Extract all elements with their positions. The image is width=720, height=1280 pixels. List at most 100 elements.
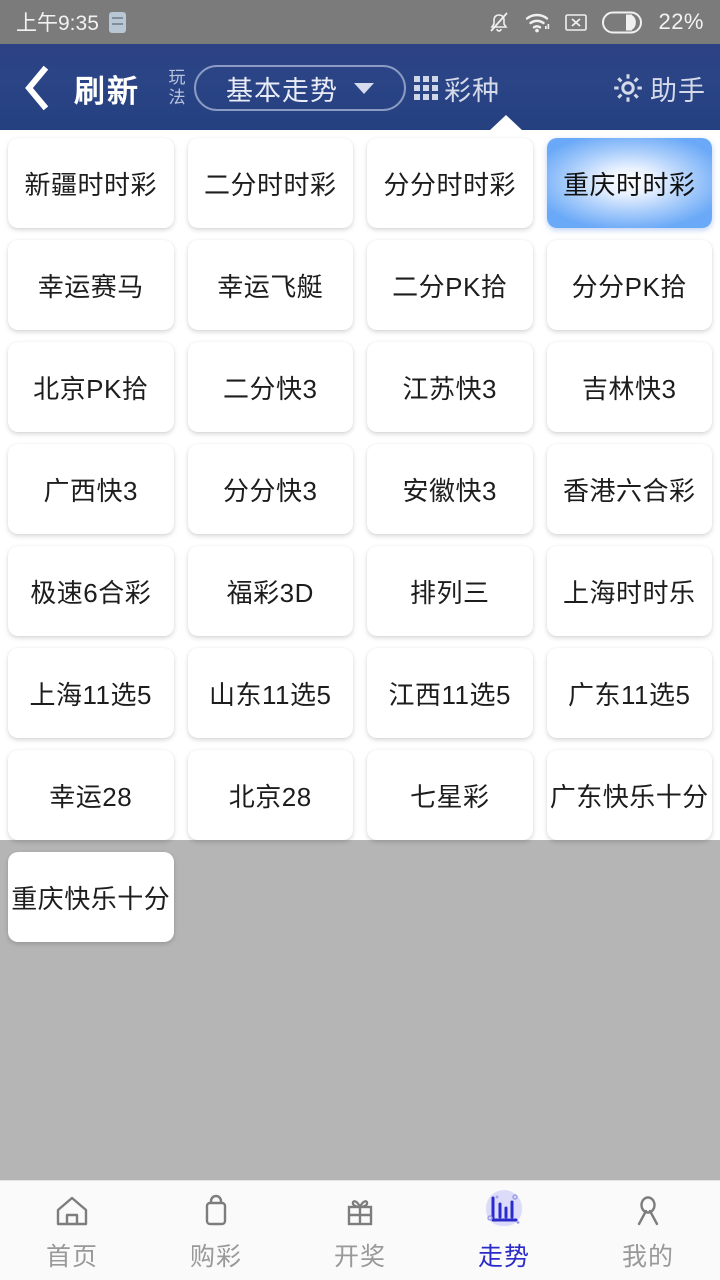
lottery-kind-card[interactable]: 广西快3 [8, 444, 174, 534]
lottery-kind-label: 重庆快乐十分 [11, 883, 171, 914]
lottery-kinds-grid: 新疆时时彩 二分时时彩 分分时时彩 重庆时时彩幸运赛马 幸运飞艇 二分PK拾 分分PK拾北京… [0, 130, 720, 942]
tab-trend[interactable]: 走势 [432, 1181, 576, 1280]
tab-buy[interactable]: 购彩 [144, 1181, 288, 1280]
lottery-kind-card[interactable]: 二分时时彩 [187, 138, 353, 228]
user-icon [628, 1189, 668, 1231]
status-bar: 上午9:35 22% [0, 0, 720, 44]
lottery-kind-label: 分分PK拾 [571, 271, 687, 302]
lottery-kind-label: 上海时时乐 [562, 577, 696, 608]
grid-icon [414, 76, 438, 100]
wifi-icon [524, 11, 550, 33]
lottery-kind-label: 新疆时时彩 [24, 169, 157, 200]
lottery-kind-card[interactable]: 安徽快3 [367, 444, 533, 534]
lottery-kind-card[interactable]: 香港六合彩 [546, 444, 712, 534]
lottery-kind-card[interactable]: 重庆快乐十分 [8, 852, 174, 942]
battery-percent: 22% [658, 9, 704, 34]
lottery-kind-label: 上海11选5 [29, 679, 152, 710]
lottery-kind-label: 北京PK拾 [33, 373, 149, 404]
tab-mine-label: 我的 [621, 1242, 674, 1271]
lottery-kind-card[interactable]: 江苏快3 [367, 342, 533, 432]
gift-icon [340, 1189, 380, 1231]
chevron-left-icon [25, 65, 49, 111]
lottery-kind-card[interactable]: 北京28 [187, 750, 353, 840]
lottery-kind-card[interactable]: 二分PK拾 [367, 240, 533, 330]
lottery-kind-card[interactable]: 广东11选5 [546, 648, 712, 738]
tab-draw-label: 开奖 [333, 1242, 386, 1271]
lottery-kind-card[interactable]: 分分PK拾 [546, 240, 712, 330]
refresh-button[interactable]: 刷新 [74, 66, 140, 111]
lottery-kind-label: 幸运飞艇 [217, 271, 324, 302]
lottery-kind-card[interactable]: 幸运28 [8, 750, 174, 840]
chevron-down-icon [354, 82, 374, 94]
lottery-kinds-dropdown: 新疆时时彩 二分时时彩 分分时时彩 重庆时时彩幸运赛马 幸运飞艇 二分PK拾 分分PK拾北京… [0, 115, 720, 942]
tab-buy-label: 购彩 [189, 1242, 242, 1271]
lottery-kind-label: 分分时时彩 [383, 169, 516, 200]
trend-chart-icon [483, 1189, 525, 1231]
lottery-kind-card[interactable]: 吉林快3 [546, 342, 712, 432]
tab-home[interactable]: 首页 [0, 1181, 144, 1280]
lottery-kind-label: 七星彩 [409, 781, 490, 812]
lottery-kind-label: 江苏快3 [402, 373, 497, 404]
lottery-kind-label: 重庆时时彩 [562, 169, 696, 200]
lottery-kind-card[interactable]: 福彩3D [187, 546, 353, 636]
lottery-kind-card[interactable]: 分分时时彩 [367, 138, 533, 228]
lottery-kind-card[interactable]: 江西11选5 [367, 648, 533, 738]
nav-bar: 刷新 玩法 基本走势 彩种 助手 [0, 44, 720, 132]
playmode-value: 基本走势 [226, 75, 338, 106]
lottery-kind-label: 广西快3 [43, 475, 138, 506]
lottery-kind-card[interactable]: 上海时时乐 [546, 546, 712, 636]
lottery-kind-card[interactable]: 上海11选5 [8, 648, 174, 738]
lottery-kind-label: 幸运28 [49, 781, 133, 812]
lottery-kind-label: 安徽快3 [402, 475, 497, 506]
lottery-kinds-button[interactable]: 彩种 [414, 69, 500, 108]
status-bar-left: 上午9:35 [16, 7, 126, 37]
tab-trend-label: 走势 [477, 1242, 530, 1271]
signal-x-icon [564, 11, 588, 33]
lottery-kind-label: 福彩3D [226, 577, 314, 608]
lottery-kind-card[interactable]: 极速6合彩 [8, 546, 174, 636]
lottery-kind-card[interactable]: 重庆时时彩 [546, 138, 712, 228]
dropdown-notch-icon [489, 115, 523, 131]
lottery-kind-label: 二分PK拾 [392, 271, 508, 302]
lottery-kind-label: 北京28 [228, 781, 312, 812]
lottery-kind-card[interactable]: 分分快3 [187, 444, 353, 534]
lottery-kind-label: 吉林快3 [582, 373, 677, 404]
bell-off-icon [488, 10, 510, 34]
helper-label: 助手 [650, 75, 706, 106]
lottery-kind-label: 山东11选5 [209, 679, 332, 710]
lottery-kind-card[interactable]: 幸运赛马 [8, 240, 174, 330]
lottery-kind-card[interactable]: 七星彩 [367, 750, 533, 840]
lottery-kind-label: 幸运赛马 [37, 271, 144, 302]
tab-mine[interactable]: 我的 [576, 1181, 720, 1280]
status-bar-right: 22% [488, 9, 704, 35]
playmode-select[interactable]: 基本走势 [194, 65, 406, 111]
tab-draw[interactable]: 开奖 [288, 1181, 432, 1280]
app-root: 上午9:35 22% 刷新 玩法 基本走势 彩种 助手 新疆时时彩 二分时时彩 … [0, 0, 720, 1280]
lottery-kind-card[interactable]: 幸运飞艇 [187, 240, 353, 330]
back-button[interactable] [14, 58, 60, 118]
lottery-kind-card[interactable]: 二分快3 [187, 342, 353, 432]
lottery-kind-label: 广东11选5 [568, 679, 691, 710]
lottery-kind-label: 二分时时彩 [203, 169, 337, 200]
lottery-kind-card[interactable]: 新疆时时彩 [8, 138, 174, 228]
lottery-kind-label: 江西11选5 [388, 679, 511, 710]
sim-card-icon [108, 11, 126, 33]
status-time: 上午9:35 [16, 12, 99, 35]
playmode-label: 玩法 [168, 68, 186, 107]
lottery-kind-label: 二分快3 [223, 373, 318, 404]
lottery-kinds-label: 彩种 [444, 75, 500, 106]
bottom-tab-bar: 首页 购彩 开奖 走势 我的 [0, 1180, 720, 1280]
lottery-kind-card[interactable]: 北京PK拾 [8, 342, 174, 432]
helper-button[interactable]: 助手 [610, 69, 706, 108]
gear-icon [614, 74, 642, 102]
battery-icon [602, 11, 644, 34]
lottery-kind-label: 分分快3 [223, 475, 318, 506]
lottery-kind-card[interactable]: 山东11选5 [187, 648, 353, 738]
tab-home-label: 首页 [45, 1242, 98, 1271]
lottery-kind-label: 极速6合彩 [30, 577, 152, 608]
lottery-kind-card[interactable]: 排列三 [367, 546, 533, 636]
lottery-kind-card[interactable]: 广东快乐十分 [546, 750, 712, 840]
lottery-kind-label: 香港六合彩 [562, 475, 696, 506]
lottery-kind-label: 排列三 [409, 577, 490, 608]
shopping-bag-icon [196, 1189, 236, 1231]
